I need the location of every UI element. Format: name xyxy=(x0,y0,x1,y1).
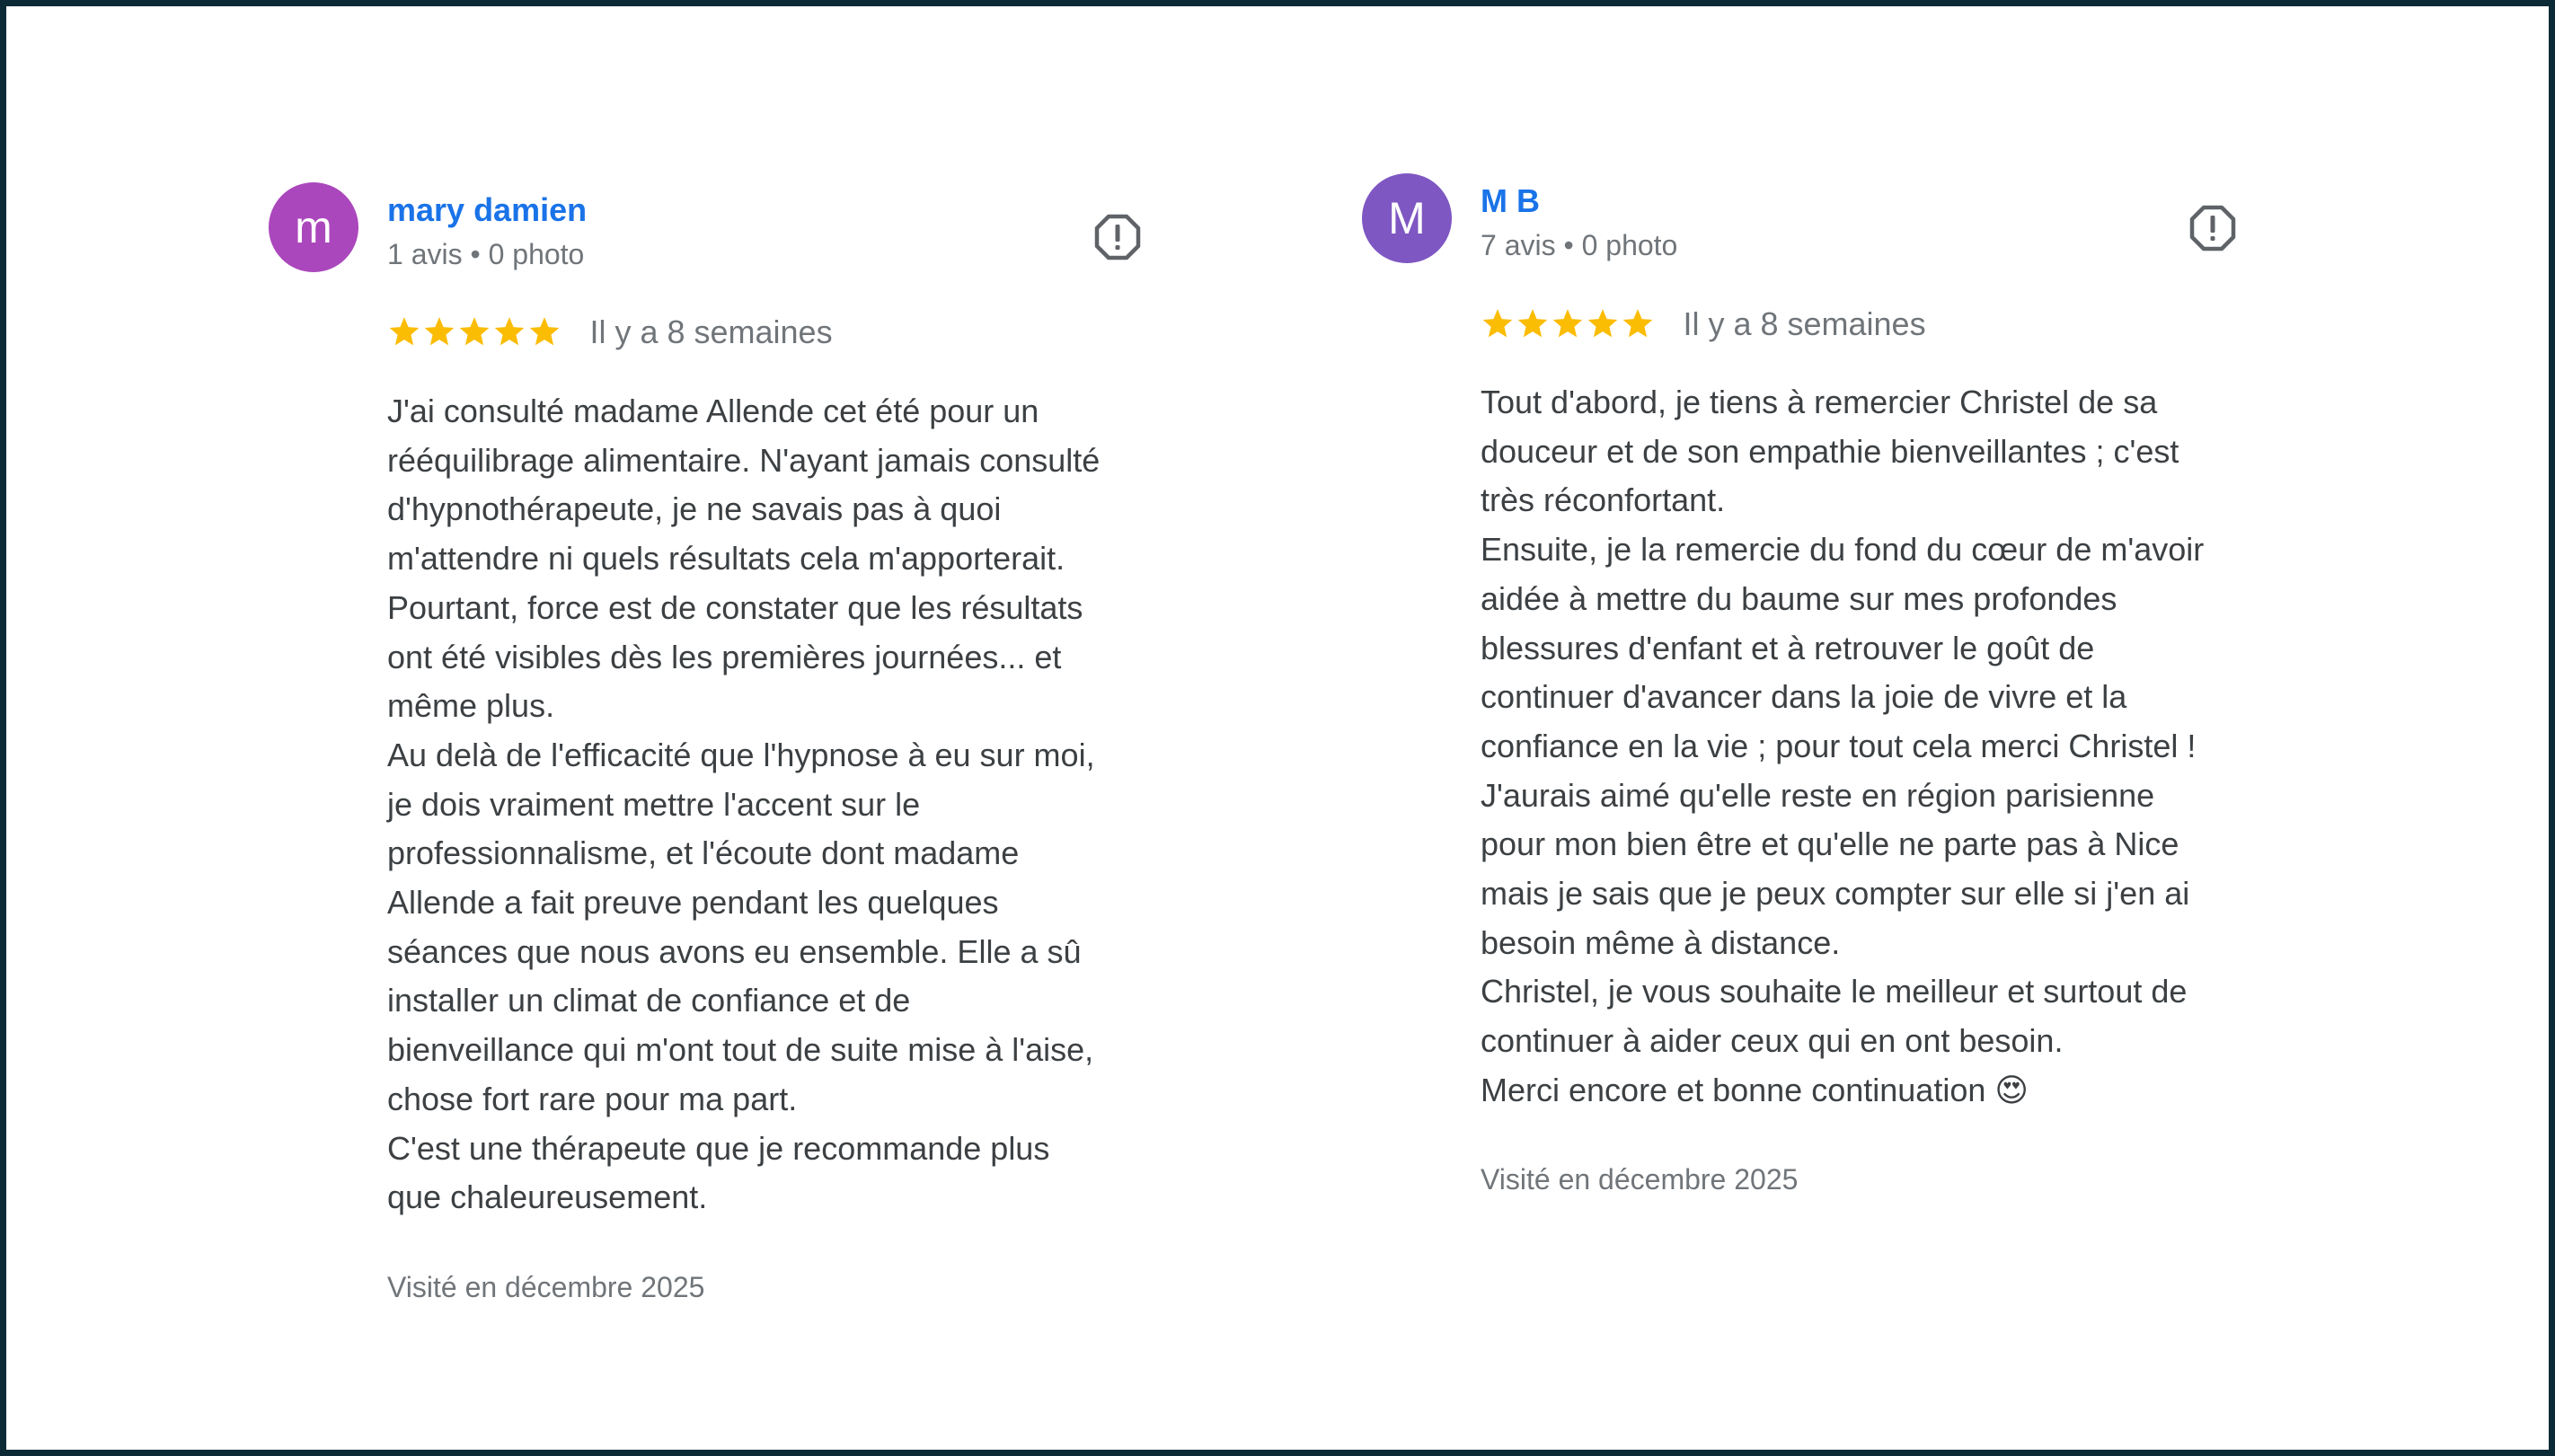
reviewer-name-link[interactable]: mary damien xyxy=(387,191,587,229)
review-text-line: rééquilibrage alimentaire. N'ayant jamai… xyxy=(387,441,1101,479)
star-rating xyxy=(387,314,562,350)
reviews-panel: m mary damien 1 avis • 0 photo Il y a 8 … xyxy=(6,6,2549,1450)
review-text-line: Pourtant, force est de constater que les… xyxy=(387,588,1083,626)
review-text-line: installer un climat de confiance et de xyxy=(387,982,911,1019)
review-text-line: Merci encore et bonne continuation 😍 xyxy=(1481,1071,2029,1108)
star-icon xyxy=(494,317,525,346)
review-text: J'ai consulté madame Allende cet été pou… xyxy=(387,387,1295,1222)
review-text-line: continuer à aider ceux qui en ont besoin… xyxy=(1481,1022,2064,1060)
review-text-line: Au delà de l'efficacité que l'hypnose à … xyxy=(387,736,1095,773)
review-text-line: bienveillance qui m'ont tout de suite mi… xyxy=(387,1031,1094,1069)
report-flag-icon[interactable] xyxy=(2188,204,2237,252)
star-icon xyxy=(1622,309,1653,338)
review-text-line: séances que nous avons eu ensemble. Elle… xyxy=(387,932,1082,970)
star-icon xyxy=(529,317,560,346)
review-text-line: besoin même à distance. xyxy=(1481,923,1841,961)
review-text-line: très réconfortant. xyxy=(1481,481,1726,519)
review-text-line: Christel, je vous souhaite le meilleur e… xyxy=(1481,973,2188,1010)
report-flag-icon[interactable] xyxy=(1093,213,1142,261)
star-rating xyxy=(1481,306,1656,342)
star-icon xyxy=(424,317,455,346)
reviewer-name-link[interactable]: M B xyxy=(1481,182,1540,220)
review-date: Il y a 8 semaines xyxy=(1683,305,1926,342)
review-text-line: professionnalisme, et l'écoute dont mada… xyxy=(387,834,1020,872)
review-text-line: m'attendre ni quels résultats cela m'app… xyxy=(387,540,1065,578)
review-text: Tout d'abord, je tiens à remercier Chris… xyxy=(1481,378,2343,1116)
review-text-line: je dois vraiment mettre l'accent sur le xyxy=(387,785,921,823)
review-date: Il y a 8 semaines xyxy=(589,313,833,350)
review-text-line: Ensuite, je la remercie du fond du cœur … xyxy=(1481,531,2205,569)
review-text-line: mais je sais que je peux compter sur ell… xyxy=(1481,875,2190,913)
avatar[interactable]: M xyxy=(1362,173,1452,263)
review-text-line: Allende a fait preuve pendant les quelqu… xyxy=(387,884,999,922)
review-text-line: continuer d'avancer dans la joie de vivr… xyxy=(1481,678,2127,716)
review-text-line: C'est une thérapeute que je recommande p… xyxy=(387,1129,1050,1167)
star-icon xyxy=(1587,309,1618,338)
star-icon xyxy=(1552,309,1583,338)
review-text-line: J'aurais aimé qu'elle reste en région pa… xyxy=(1481,776,2155,814)
review-text-line: douceur et de son empathie bienveillante… xyxy=(1481,432,2179,470)
visit-date: Visité en décembre 2025 xyxy=(1481,1163,1799,1196)
review-text-line: même plus. xyxy=(387,687,555,725)
review-text-line: blessures d'enfant et à retrouver le goû… xyxy=(1481,629,2095,666)
reviewer-meta: 7 avis • 0 photo xyxy=(1481,229,1678,261)
review-text-line: chose fort rare pour ma part. xyxy=(387,1080,798,1117)
rating-row: Il y a 8 semaines xyxy=(387,313,833,358)
review-text-line: pour mon bien être et qu'elle ne parte p… xyxy=(1481,825,2179,863)
review-text-line: que chaleureusement. xyxy=(387,1178,708,1216)
star-icon xyxy=(1517,309,1548,338)
review-text-line: J'ai consulté madame Allende cet été pou… xyxy=(387,393,1039,429)
review-text-line: confiance en la vie ; pour tout cela mer… xyxy=(1481,727,2197,764)
reviewer-meta: 1 avis • 0 photo xyxy=(387,238,585,270)
review-text-line: d'hypnothérapeute, je ne savais pas à qu… xyxy=(387,490,1002,528)
rating-row: Il y a 8 semaines xyxy=(1481,305,1926,350)
review-text-line: Tout d'abord, je tiens à remercier Chris… xyxy=(1481,384,2158,420)
review-text-line: ont été visibles dès les premières journ… xyxy=(387,638,1062,675)
review-text-line: aidée à mettre du baume sur mes profonde… xyxy=(1481,579,2117,617)
visit-date: Visité en décembre 2025 xyxy=(387,1271,705,1303)
avatar[interactable]: m xyxy=(269,182,358,272)
star-icon xyxy=(389,317,420,346)
star-icon xyxy=(1482,309,1513,338)
star-icon xyxy=(459,317,490,346)
